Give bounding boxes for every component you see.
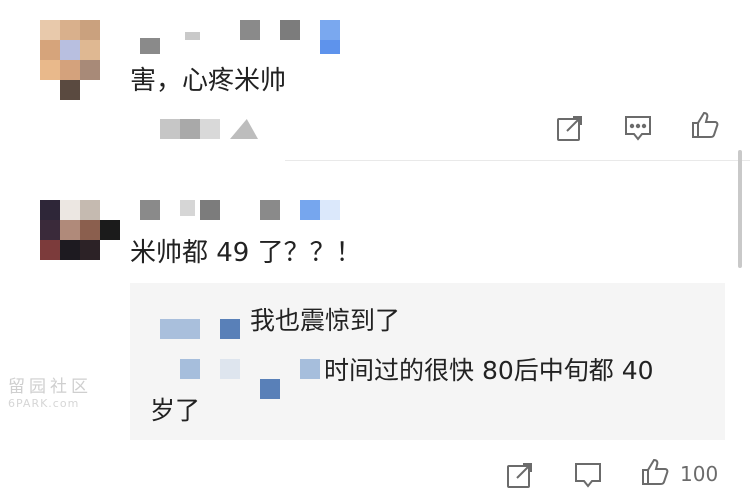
divider-gap: [0, 160, 120, 161]
avatar[interactable]: [40, 20, 100, 100]
share-icon[interactable]: [505, 460, 535, 490]
watermark-line2: 6PARK.com: [8, 397, 80, 410]
reply-username-censored[interactable]: [180, 359, 330, 399]
divider: [285, 160, 750, 161]
comment-text: 害，心疼米帅: [130, 66, 287, 96]
reply-username-censored[interactable]: [160, 319, 250, 339]
like-icon[interactable]: [640, 457, 670, 487]
comment-text: 米帅都 49 了？？！: [130, 238, 362, 268]
like-count: 100: [680, 462, 719, 486]
share-icon[interactable]: [555, 113, 585, 143]
watermark: 留园社区 6PARK.com: [8, 372, 92, 410]
comment-icon[interactable]: [573, 460, 603, 490]
comment-icon[interactable]: [623, 113, 653, 143]
reply-text: 我也震惊到了: [250, 306, 401, 335]
reply-text-cont: 岁了: [150, 396, 201, 425]
replies-box[interactable]: 我也震惊到了 时间过的很快 80后中旬都 40 岁了: [130, 283, 725, 440]
reply-text: 时间过的很快 80后中旬都 40: [324, 356, 654, 385]
scrollbar[interactable]: [738, 150, 742, 268]
username-censored[interactable]: [140, 200, 350, 220]
avatar[interactable]: [40, 200, 120, 260]
like-icon[interactable]: [690, 110, 720, 140]
username-censored[interactable]: [140, 18, 350, 58]
watermark-line1: 留园社区: [8, 377, 92, 397]
timestamp-censored: [160, 117, 260, 139]
